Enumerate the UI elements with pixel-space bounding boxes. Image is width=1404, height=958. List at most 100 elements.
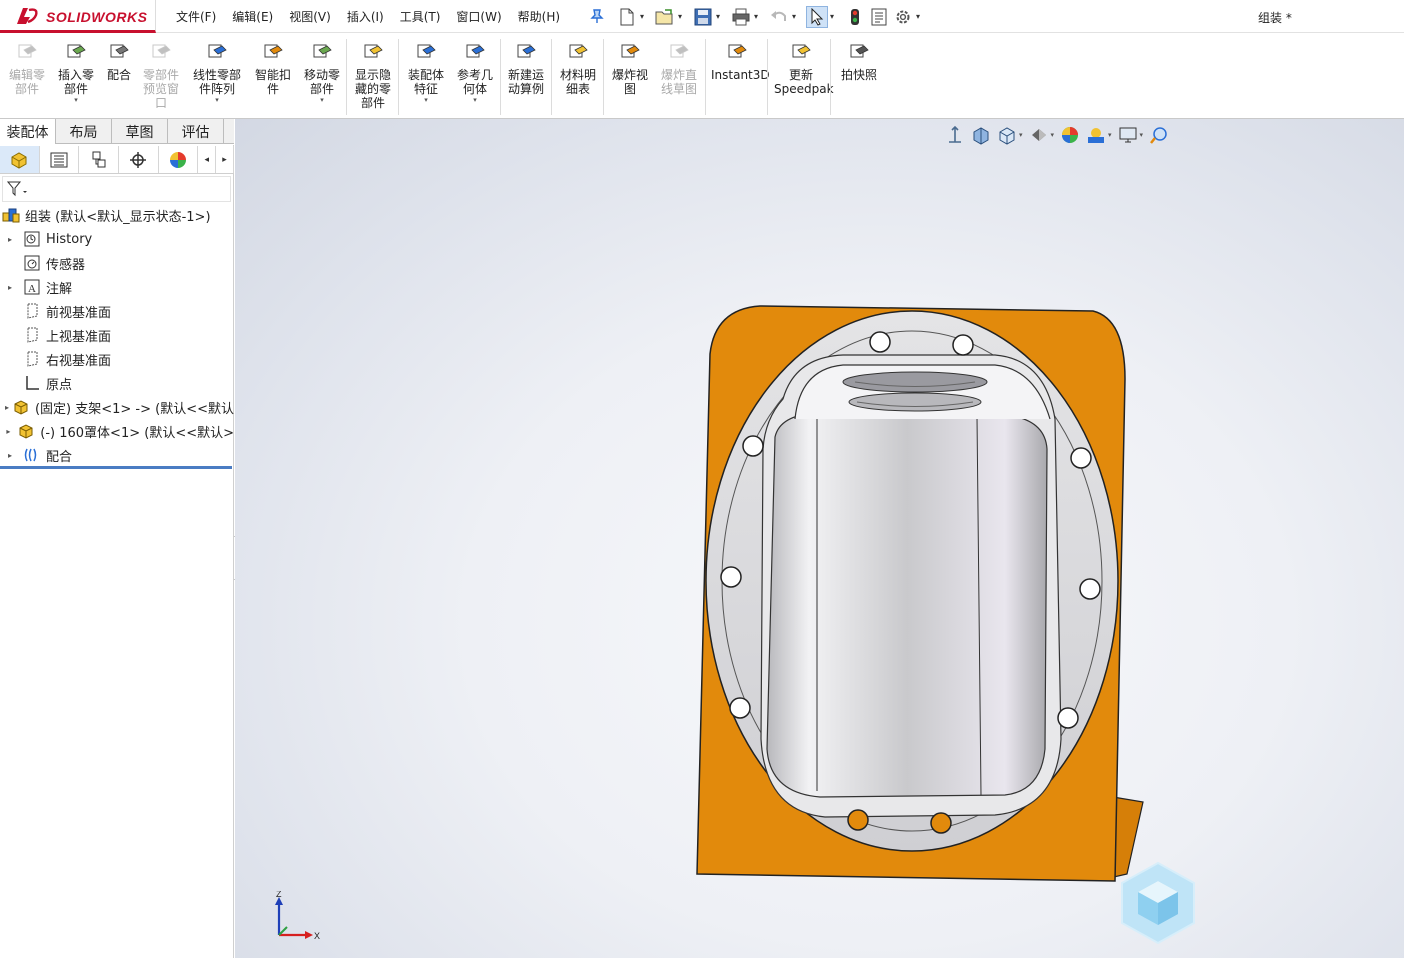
plane-icon bbox=[23, 350, 41, 368]
new-dropdown-icon[interactable]: ▾ bbox=[640, 12, 648, 21]
command-button[interactable]: 更新 Speedpak bbox=[774, 41, 834, 96]
command-dropdown-icon[interactable]: ▾ bbox=[405, 96, 447, 104]
file-properties-icon[interactable] bbox=[868, 6, 890, 28]
assembly-model[interactable] bbox=[235, 119, 1404, 958]
undo-icon[interactable] bbox=[768, 6, 790, 28]
tree-item[interactable]: 原点 bbox=[0, 371, 234, 395]
panel-tabs: ◂ ▸ bbox=[0, 146, 234, 174]
expand-arrow-icon[interactable]: ▸ bbox=[5, 235, 15, 244]
show-hidden-icon bbox=[364, 44, 383, 58]
tree-item[interactable]: 上视基准面 bbox=[0, 323, 234, 347]
filter-icon[interactable] bbox=[7, 181, 29, 197]
command-button[interactable]: 拍快照 bbox=[838, 41, 880, 82]
tab-2[interactable]: 草图 bbox=[112, 119, 168, 144]
exploded-view-icon bbox=[621, 44, 640, 58]
command-label: 插入零 部件 bbox=[57, 68, 94, 96]
command-button[interactable]: 插入零 部件 ▾ bbox=[56, 41, 96, 104]
command-button[interactable]: 配合 bbox=[104, 41, 134, 82]
expand-arrow-icon[interactable]: ▸ bbox=[5, 283, 15, 292]
tree-item[interactable]: ▸ (-) 160罩体<1> (默认<<默认> bbox=[0, 419, 234, 443]
sensor-icon bbox=[23, 254, 41, 272]
command-dropdown-icon[interactable]: ▾ bbox=[301, 96, 343, 104]
tree-item[interactable]: 传感器 bbox=[0, 251, 234, 275]
menu-item[interactable]: 帮助(H) bbox=[518, 8, 560, 25]
command-label: 配合 bbox=[106, 68, 131, 82]
configurationmanager-tab-icon[interactable] bbox=[79, 146, 119, 173]
linear-pattern-icon bbox=[208, 44, 227, 58]
undo-dropdown-icon[interactable]: ▾ bbox=[792, 12, 800, 21]
tree-item[interactable]: ▸ (固定) 支架<1> -> (默认<<默认 bbox=[0, 395, 234, 419]
part-icon bbox=[17, 422, 35, 440]
part-icon bbox=[12, 398, 30, 416]
tree-item-label: 上视基准面 bbox=[46, 329, 112, 345]
command-label: 移动零 部件 bbox=[303, 68, 340, 96]
open-dropdown-icon[interactable]: ▾ bbox=[678, 12, 686, 21]
command-button: 编辑零 部件 bbox=[7, 41, 47, 96]
solidworks-logo[interactable]: SOLIDWORKS bbox=[0, 0, 156, 33]
toolbar-separator bbox=[830, 39, 831, 115]
command-button[interactable]: 新建运 动算例 bbox=[505, 41, 547, 96]
command-button[interactable]: Instant3D bbox=[711, 41, 770, 82]
command-dropdown-icon[interactable]: ▾ bbox=[190, 96, 244, 104]
save-icon[interactable] bbox=[692, 6, 714, 28]
expand-arrow-icon[interactable]: ▸ bbox=[5, 451, 15, 460]
toolbar-separator bbox=[398, 39, 399, 115]
command-button[interactable]: 材料明 细表 bbox=[557, 41, 599, 96]
command-button[interactable]: 显示隐 藏的零 部件 bbox=[352, 41, 394, 110]
menu-item[interactable]: 文件(F) bbox=[176, 8, 216, 25]
expand-arrow-icon[interactable]: ▸ bbox=[5, 403, 9, 412]
menu-item[interactable]: 插入(I) bbox=[347, 8, 384, 25]
tree-item[interactable]: 组装 (默认<默认_显示状态-1>) bbox=[0, 203, 234, 227]
command-dropdown-icon[interactable]: ▾ bbox=[454, 96, 496, 104]
propertymanager-tab-icon[interactable] bbox=[40, 146, 80, 173]
tree-item[interactable]: ▸ 配合 bbox=[0, 443, 234, 467]
tree-filter[interactable] bbox=[2, 176, 231, 202]
save-dropdown-icon[interactable]: ▾ bbox=[716, 12, 724, 21]
expand-arrow-icon[interactable]: ▸ bbox=[5, 427, 12, 436]
select-cursor-icon[interactable] bbox=[806, 5, 828, 28]
command-button[interactable]: 线性零部 件阵列 ▾ bbox=[190, 41, 244, 104]
menu-item[interactable]: 窗口(W) bbox=[456, 8, 501, 25]
tree-item[interactable]: ▸ History bbox=[0, 227, 234, 251]
feature-manager-panel: ◂ ▸ 组装 (默认<默认_显示状态-1>) ▸ History 传感器 ▸ A 注解 前视基… bbox=[0, 145, 234, 958]
options-dropdown-icon[interactable]: ▾ bbox=[916, 12, 924, 21]
command-label: 显示隐 藏的零 部件 bbox=[354, 68, 391, 110]
tab-0[interactable]: 装配体 bbox=[0, 119, 56, 144]
scroll-left-icon[interactable]: ◂ bbox=[198, 146, 217, 173]
command-button[interactable]: 爆炸视 图 bbox=[610, 41, 650, 96]
gear-icon[interactable] bbox=[892, 6, 914, 28]
motion-study-icon bbox=[517, 44, 536, 58]
graphics-area[interactable]: ▾ ▾ ▾ ▾ Z X bbox=[235, 119, 1404, 958]
dimxpertmanager-tab-icon[interactable] bbox=[119, 146, 159, 173]
menu-item[interactable]: 视图(V) bbox=[289, 8, 331, 25]
print-icon[interactable] bbox=[730, 6, 752, 28]
command-button[interactable]: 智能扣 件 bbox=[252, 41, 294, 96]
svg-text:A: A bbox=[28, 283, 36, 295]
tab-1[interactable]: 布局 bbox=[56, 119, 112, 144]
tree-item-label: 原点 bbox=[46, 377, 73, 393]
traffic-light-icon[interactable] bbox=[844, 6, 866, 28]
featuremanager-tab-icon[interactable] bbox=[0, 146, 40, 173]
move-component-icon bbox=[313, 44, 332, 58]
mates-icon bbox=[23, 446, 41, 464]
command-dropdown-icon[interactable]: ▾ bbox=[56, 96, 96, 104]
command-button[interactable]: 参考几 何体 ▾ bbox=[454, 41, 496, 104]
scroll-right-icon[interactable]: ▸ bbox=[216, 146, 234, 173]
command-label: 零部件 预览窗 口 bbox=[142, 68, 179, 110]
menu-item[interactable]: 工具(T) bbox=[400, 8, 441, 25]
instant3d-icon bbox=[728, 44, 747, 58]
command-button[interactable]: 装配体 特征 ▾ bbox=[405, 41, 447, 104]
print-dropdown-icon[interactable]: ▾ bbox=[754, 12, 762, 21]
select-dropdown-icon[interactable]: ▾ bbox=[830, 12, 838, 21]
menu-item[interactable]: 编辑(E) bbox=[232, 8, 273, 25]
pin-icon[interactable] bbox=[590, 8, 604, 24]
open-folder-icon[interactable] bbox=[654, 6, 676, 28]
displaymanager-tab-icon[interactable] bbox=[159, 146, 199, 173]
new-file-icon[interactable] bbox=[616, 6, 638, 28]
rollback-bar[interactable] bbox=[0, 466, 232, 469]
tree-item[interactable]: ▸ A 注解 bbox=[0, 275, 234, 299]
tab-3[interactable]: 评估 bbox=[168, 119, 224, 144]
tree-item[interactable]: 前视基准面 bbox=[0, 299, 234, 323]
tree-item[interactable]: 右视基准面 bbox=[0, 347, 234, 371]
command-button[interactable]: 移动零 部件 ▾ bbox=[301, 41, 343, 104]
